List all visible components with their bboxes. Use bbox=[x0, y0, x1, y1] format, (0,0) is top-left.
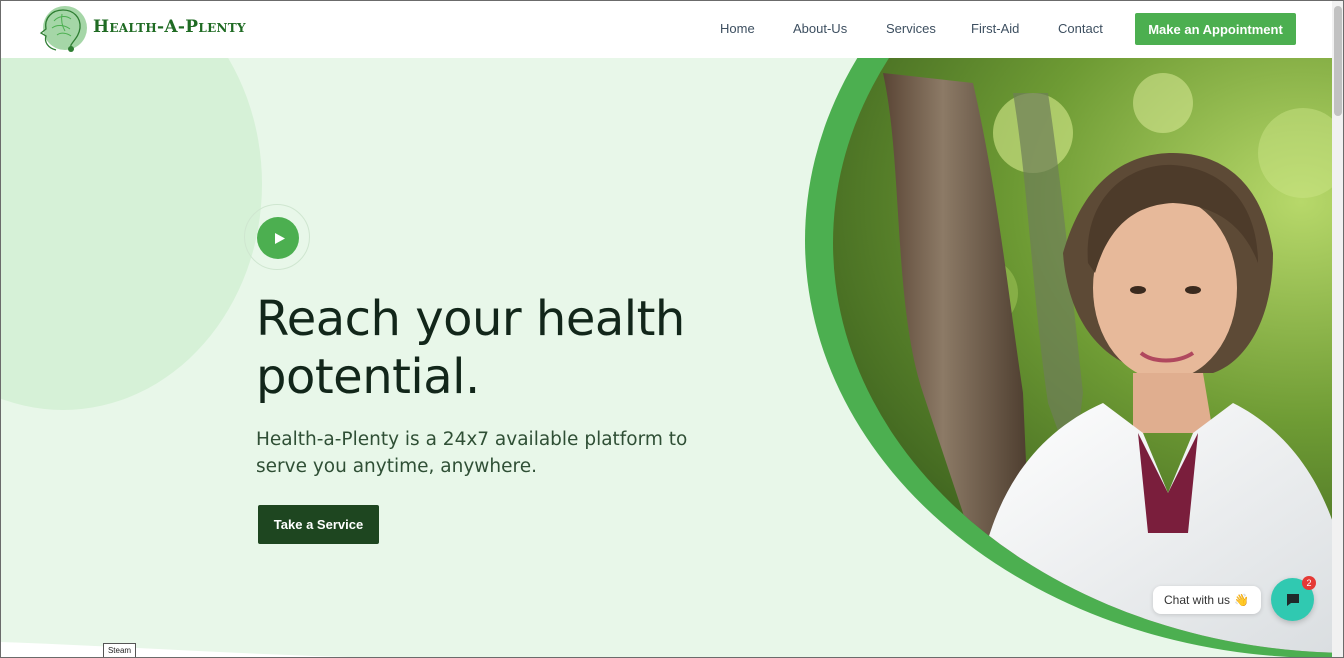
steam-taskbar-tag[interactable]: Steam bbox=[103, 643, 136, 658]
waving-hand-icon: 👋 bbox=[1234, 593, 1249, 607]
brand-name[interactable]: Health-A-Plenty bbox=[93, 17, 246, 37]
nav-about-us[interactable]: About-Us bbox=[793, 21, 847, 36]
play-video-button[interactable] bbox=[257, 217, 299, 259]
take-a-service-button[interactable]: Take a Service bbox=[258, 505, 379, 544]
nav-home[interactable]: Home bbox=[720, 21, 755, 36]
chat-notification-badge: 2 bbox=[1302, 576, 1316, 590]
hero-headline: Reach your health potential. bbox=[256, 291, 685, 405]
chat-with-us-bubble[interactable]: Chat with us 👋 bbox=[1153, 586, 1261, 614]
nav-first-aid[interactable]: First-Aid bbox=[971, 21, 1019, 36]
scrollbar-thumb[interactable] bbox=[1334, 6, 1342, 116]
chat-bubble-icon bbox=[1286, 593, 1299, 606]
chat-label: Chat with us bbox=[1164, 593, 1231, 607]
hero-section: Reach your health potential. Health-a-Pl… bbox=[0, 58, 1332, 658]
decorative-circle bbox=[0, 58, 262, 410]
nav-services[interactable]: Services bbox=[886, 21, 936, 36]
hero-subtitle: Health-a-Plenty is a 24x7 available plat… bbox=[256, 429, 688, 477]
doctor-photo bbox=[833, 58, 1332, 653]
nav-contact[interactable]: Contact bbox=[1058, 21, 1103, 36]
play-icon bbox=[274, 232, 285, 244]
site-header: Health-A-Plenty Home About-Us Services F… bbox=[0, 0, 1332, 58]
make-appointment-button[interactable]: Make an Appointment bbox=[1135, 13, 1296, 45]
doctor-photo-frame bbox=[805, 58, 1332, 658]
wave-divider bbox=[0, 642, 400, 658]
head-brain-logo-icon[interactable] bbox=[32, 4, 92, 56]
